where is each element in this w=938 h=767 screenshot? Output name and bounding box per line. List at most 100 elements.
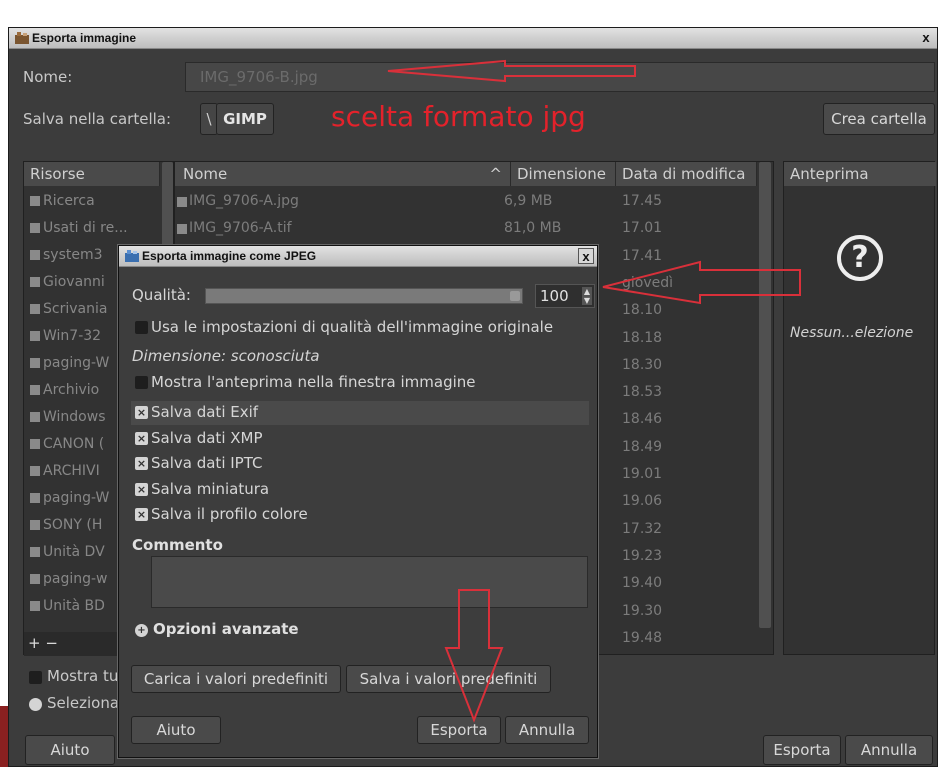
quality-slider-fill — [206, 289, 522, 303]
close-icon[interactable]: x — [918, 30, 934, 46]
screenshot: Esporta immagine x Nome: Salva nella car… — [0, 0, 938, 767]
show-all-label: Mostra tu — [47, 667, 119, 685]
question-mark-icon: ? — [837, 235, 883, 281]
advanced-options-expander[interactable]: Opzioni avanzate — [153, 620, 299, 638]
export-button[interactable]: Esporta — [763, 735, 841, 765]
file-modified: 19.48 — [622, 629, 663, 646]
drive-icon — [30, 358, 40, 368]
close-icon[interactable]: x — [578, 248, 594, 264]
file-modified: 19.01 — [622, 466, 663, 482]
comment-label: Commento — [132, 536, 223, 554]
folder-label: Salva nella cartella: — [23, 110, 172, 128]
save-defaults-button[interactable]: Salva i valori predefiniti — [346, 665, 551, 693]
metadata-option-label: Salva miniatura — [151, 479, 270, 498]
jpeg-cancel-button[interactable]: Annulla — [505, 716, 589, 744]
folder-icon — [30, 304, 40, 314]
export-dialog-titlebar[interactable]: Esporta immagine x — [9, 28, 937, 49]
folder-icon — [30, 250, 40, 260]
drive-icon — [30, 574, 40, 584]
checked-checkbox-icon[interactable]: × — [135, 482, 148, 496]
image-file-icon — [177, 224, 187, 235]
quality-label: Qualità: — [132, 286, 191, 304]
places-item-label: paging-w — [43, 571, 108, 587]
drive-icon — [30, 520, 40, 530]
jpeg-dialog-titlebar[interactable]: Esporta immagine come JPEG x — [119, 246, 597, 267]
path-gimp-button[interactable]: GIMP — [216, 103, 274, 135]
places-item-label: Win7-32 — [43, 328, 102, 344]
quality-value: 100 — [540, 287, 569, 305]
places-item-label: SONY (H — [43, 517, 103, 533]
folder-icon — [30, 277, 40, 287]
file-modified: 18.49 — [622, 438, 663, 455]
checked-checkbox-icon[interactable]: × — [135, 508, 148, 521]
select-type-expander[interactable] — [29, 698, 42, 711]
metadata-option-row[interactable]: × Salva dati Exif — [131, 401, 589, 425]
use-original-quality-row[interactable]: Usa le impostazioni di qualità dell'imma… — [119, 316, 597, 340]
checked-checkbox-icon[interactable]: × — [135, 406, 148, 419]
export-dialog-title: Esporta immagine — [32, 31, 137, 45]
column-name-label: Nome — [183, 165, 228, 183]
places-item-label: system3 — [43, 247, 103, 263]
dimension-info: Dimensione: sconosciuta — [132, 347, 320, 365]
show-preview-label: Mostra l'anteprima nella finestra immagi… — [151, 373, 476, 391]
recent-icon — [30, 223, 40, 233]
show-all-checkbox[interactable] — [29, 671, 42, 684]
places-item-label: Archivio — [43, 382, 100, 398]
file-size: 81,0 MB — [504, 220, 562, 237]
select-type-label: Seleziona — [47, 694, 120, 712]
file-modified: 19.30 — [622, 602, 663, 619]
drive-icon — [30, 385, 40, 395]
checked-checkbox-icon[interactable]: × — [135, 457, 148, 470]
metadata-option-row[interactable]: × Salva dati IPTC — [119, 452, 597, 476]
optical-drive-icon — [30, 547, 40, 557]
comment-textarea[interactable] — [151, 556, 588, 608]
places-item-label: Usati di re... — [43, 220, 128, 236]
help-button[interactable]: Aiuto — [25, 735, 115, 765]
file-row[interactable]: IMG_9706-A.tif 81,0 MB 17.01 — [175, 215, 763, 242]
image-file-icon — [177, 197, 187, 207]
export-jpeg-dialog: Esporta immagine come JPEG x Qualità: 10… — [118, 245, 598, 758]
create-folder-button[interactable]: Crea cartella — [823, 103, 935, 135]
places-item-label: Unità BD — [43, 598, 105, 614]
column-modified-header[interactable]: Data di modifica — [616, 162, 757, 186]
quality-slider[interactable] — [205, 288, 523, 304]
filename-field[interactable] — [185, 62, 935, 92]
quality-spinbox[interactable]: 100 ▲ ▼ — [535, 284, 595, 308]
metadata-option-row[interactable]: × Salva il profilo colore — [119, 503, 597, 527]
filename-input[interactable] — [186, 63, 934, 91]
places-header[interactable]: Risorse — [24, 162, 160, 186]
expander-icon[interactable]: + — [135, 624, 148, 637]
show-preview-checkbox[interactable] — [135, 376, 148, 389]
jpeg-help-button[interactable]: Aiuto — [131, 716, 221, 744]
file-size: 6,9 MB — [504, 193, 553, 209]
preview-panel: Anteprima ? Nessun...elezione — [783, 161, 936, 655]
slider-handle-icon[interactable] — [510, 291, 520, 301]
file-modified: 18.18 — [622, 329, 663, 346]
cancel-button[interactable]: Annulla — [845, 735, 933, 765]
jpeg-export-button[interactable]: Esporta — [417, 716, 501, 744]
places-item-label: paging-W — [43, 355, 110, 371]
file-modified: 19.06 — [622, 493, 663, 510]
metadata-option-label: Salva dati Exif — [151, 403, 259, 421]
drive-icon — [30, 439, 40, 449]
column-size-header[interactable]: Dimensione — [511, 162, 616, 186]
places-item-label: paging-W — [43, 490, 110, 506]
file-modified: 17.41 — [622, 247, 663, 264]
spin-arrows-icon[interactable]: ▲ ▼ — [582, 287, 592, 305]
gimp-icon — [125, 250, 139, 262]
use-original-quality-checkbox[interactable] — [135, 321, 148, 334]
drive-icon — [30, 331, 40, 341]
file-modified: 17.01 — [622, 220, 663, 237]
checked-checkbox-icon[interactable]: × — [135, 431, 148, 445]
metadata-option-label: Salva dati IPTC — [151, 454, 263, 472]
load-defaults-button[interactable]: Carica i valori predefiniti — [131, 665, 341, 693]
show-preview-row[interactable]: Mostra l'anteprima nella finestra immagi… — [119, 371, 597, 395]
use-original-quality-label: Usa le impostazioni di qualità dell'imma… — [151, 318, 554, 336]
file-row[interactable]: IMG_9706-A.jpg 6,9 MB 17.45 — [175, 188, 763, 215]
gimp-icon — [15, 32, 29, 44]
column-name-header[interactable]: Nome ^ — [175, 162, 511, 186]
places-item[interactable]: Ricerca — [30, 190, 140, 212]
metadata-option-row[interactable]: × Salva dati XMP — [119, 427, 597, 451]
metadata-option-row[interactable]: × Salva miniatura — [119, 478, 597, 502]
places-item[interactable]: Usati di re... — [30, 217, 140, 239]
